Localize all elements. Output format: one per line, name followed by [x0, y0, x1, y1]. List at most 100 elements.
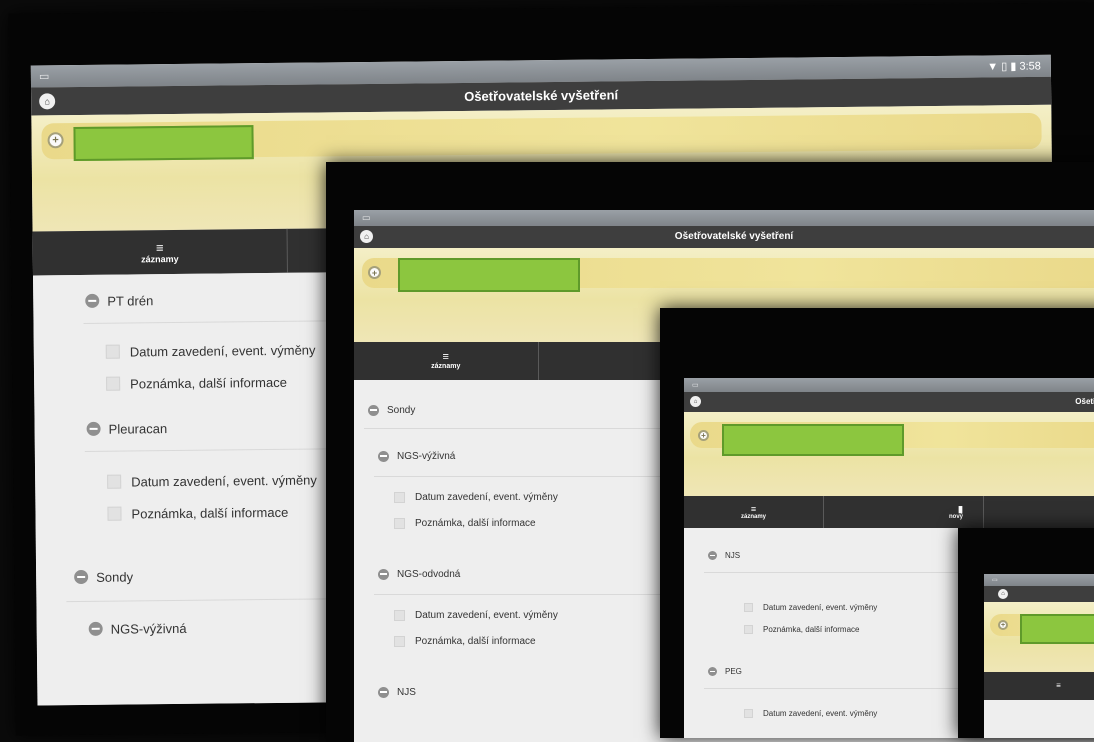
section-label: Pleuracan: [109, 421, 168, 437]
home-icon[interactable]: ⌂: [690, 396, 701, 407]
list-icon: ≡: [751, 505, 756, 514]
section-pt-dren[interactable]: PT drén: [85, 288, 153, 313]
redacted-patient-name: [1020, 614, 1094, 644]
section-label: NGS-výživná: [111, 620, 187, 636]
field-checkbox[interactable]: [744, 625, 753, 634]
section-ngs-vyzivna[interactable]: NGS-výživná: [378, 446, 455, 466]
app-screen-4: ▭ ⌂ + ≡: [984, 574, 1094, 738]
minus-circle-icon: [368, 405, 379, 416]
field-checkbox[interactable]: [744, 603, 753, 612]
field-inserted[interactable]: Datum zavedení, event. výměny: [744, 598, 877, 616]
section-label: NGS-odvodná: [397, 569, 460, 580]
tab-bar: ≡: [984, 672, 1094, 700]
patient-header: +: [984, 602, 1094, 672]
section-label: NGS-výživná: [397, 451, 455, 462]
field-label: Datum zavedení, event. výměny: [130, 342, 316, 359]
notification-icon: ▭: [692, 381, 699, 389]
plus-circle-icon[interactable]: +: [368, 266, 381, 279]
app-title: Ošetřovatelské vyšetření: [464, 87, 618, 104]
section-ngs-odvodna[interactable]: NGS-odvodná: [378, 564, 460, 584]
section-pleuracan[interactable]: Pleuracan: [86, 416, 167, 441]
plus-circle-icon[interactable]: +: [47, 132, 63, 148]
section-label: PT drén: [107, 293, 153, 308]
field-inserted[interactable]: Datum zavedení, event. výměny: [394, 486, 558, 508]
field-inserted[interactable]: Datum zavedení, event. výměny: [107, 467, 317, 495]
tab-records-label: záznamy: [741, 514, 766, 520]
notification-icon: ▭: [992, 577, 998, 584]
field-label: Datum zavedení, event. výměny: [763, 603, 877, 612]
tab-records-label: záznamy: [141, 253, 179, 263]
tab-records[interactable]: ≡ záznamy: [354, 342, 539, 380]
status-time: 3:58: [1019, 60, 1041, 72]
tab-records[interactable]: ≡: [984, 672, 1094, 700]
section-sondy[interactable]: Sondy: [368, 400, 415, 420]
section-label: Sondy: [387, 405, 415, 416]
patient-header: +: [684, 412, 1094, 496]
minus-circle-icon: [708, 551, 717, 560]
field-label: Poznámka, další informace: [130, 374, 287, 391]
document-icon: ▮: [958, 505, 963, 514]
home-icon[interactable]: ⌂: [998, 589, 1008, 599]
minus-circle-icon: [89, 622, 103, 636]
redacted-patient-name: [398, 258, 580, 292]
home-icon[interactable]: ⌂: [39, 93, 55, 109]
field-checkbox[interactable]: [394, 610, 405, 621]
minus-circle-icon: [378, 451, 389, 462]
minus-circle-icon: [74, 570, 88, 584]
device-frame-4: ▭ ⌂ + ≡: [958, 528, 1094, 738]
minus-circle-icon: [378, 569, 389, 580]
notification-icon: ▭: [39, 70, 50, 83]
field-inserted[interactable]: Datum zavedení, event. výměny: [744, 704, 877, 722]
field-checkbox[interactable]: [394, 518, 405, 529]
status-bar: ▭: [684, 378, 1094, 392]
section-peg[interactable]: PEG: [708, 662, 742, 680]
section-ngs-vyzivna[interactable]: NGS-výživná: [89, 616, 187, 641]
field-checkbox[interactable]: [106, 377, 120, 391]
redacted-patient-name: [73, 125, 253, 161]
field-inserted[interactable]: Datum zavedení, event. výměny: [106, 337, 316, 365]
redacted-patient-name: [722, 424, 904, 456]
plus-circle-icon[interactable]: +: [698, 430, 709, 441]
tab-records[interactable]: ≡ záznamy: [684, 496, 824, 528]
tab-new[interactable]: ▮ nový: [824, 496, 984, 528]
status-right: ▼ ▯ ▮ 3:58: [987, 59, 1041, 73]
field-label: Datum zavedení, event. výměny: [131, 472, 317, 489]
section-label: Sondy: [96, 569, 133, 584]
section-njs[interactable]: NJS: [378, 682, 416, 702]
home-icon[interactable]: ⌂: [360, 230, 373, 243]
title-bar: Ošetřovatelské vyšetření: [354, 226, 1094, 248]
minus-circle-icon: [85, 294, 99, 308]
section-njs[interactable]: NJS: [708, 546, 740, 564]
field-note[interactable]: Poznámka, další informace: [744, 620, 860, 638]
field-note[interactable]: Poznámka, další informace: [394, 512, 536, 534]
tab-extra-1[interactable]: [984, 496, 1094, 528]
section-sondy[interactable]: Sondy: [74, 564, 133, 589]
field-checkbox[interactable]: [744, 709, 753, 718]
list-icon: ≡: [156, 241, 164, 254]
app-title: Ošetřovatelské vyšetření: [1075, 397, 1094, 406]
field-label: Poznámka, další informace: [763, 625, 860, 634]
tab-records[interactable]: ≡ záznamy: [33, 229, 288, 276]
section-label: NJS: [725, 551, 740, 560]
minus-circle-icon: [378, 687, 389, 698]
notification-icon: ▭: [362, 213, 371, 224]
field-checkbox[interactable]: [394, 636, 405, 647]
field-checkbox[interactable]: [106, 345, 120, 359]
field-checkbox[interactable]: [107, 475, 121, 489]
status-bar: ▭: [354, 210, 1094, 226]
field-note[interactable]: Poznámka, další informace: [394, 630, 536, 652]
plus-circle-icon[interactable]: +: [998, 620, 1008, 630]
field-checkbox[interactable]: [107, 507, 121, 521]
field-inserted[interactable]: Datum zavedení, event. výměny: [394, 604, 558, 626]
field-label: Datum zavedení, event. výměny: [763, 709, 877, 718]
tab-records-label: záznamy: [431, 363, 460, 370]
tab-bar: ≡ záznamy ▮ nový: [684, 496, 1094, 528]
tab-new-label: nový: [949, 514, 963, 520]
list-icon: ≡: [1056, 682, 1061, 690]
field-note[interactable]: Poznámka, další informace: [107, 499, 288, 527]
field-label: Poznámka, další informace: [415, 518, 536, 529]
field-note[interactable]: Poznámka, další informace: [106, 369, 287, 397]
app-title: Ošetřovatelské vyšetření: [675, 231, 793, 242]
field-label: Datum zavedení, event. výměny: [415, 492, 558, 503]
field-checkbox[interactable]: [394, 492, 405, 503]
